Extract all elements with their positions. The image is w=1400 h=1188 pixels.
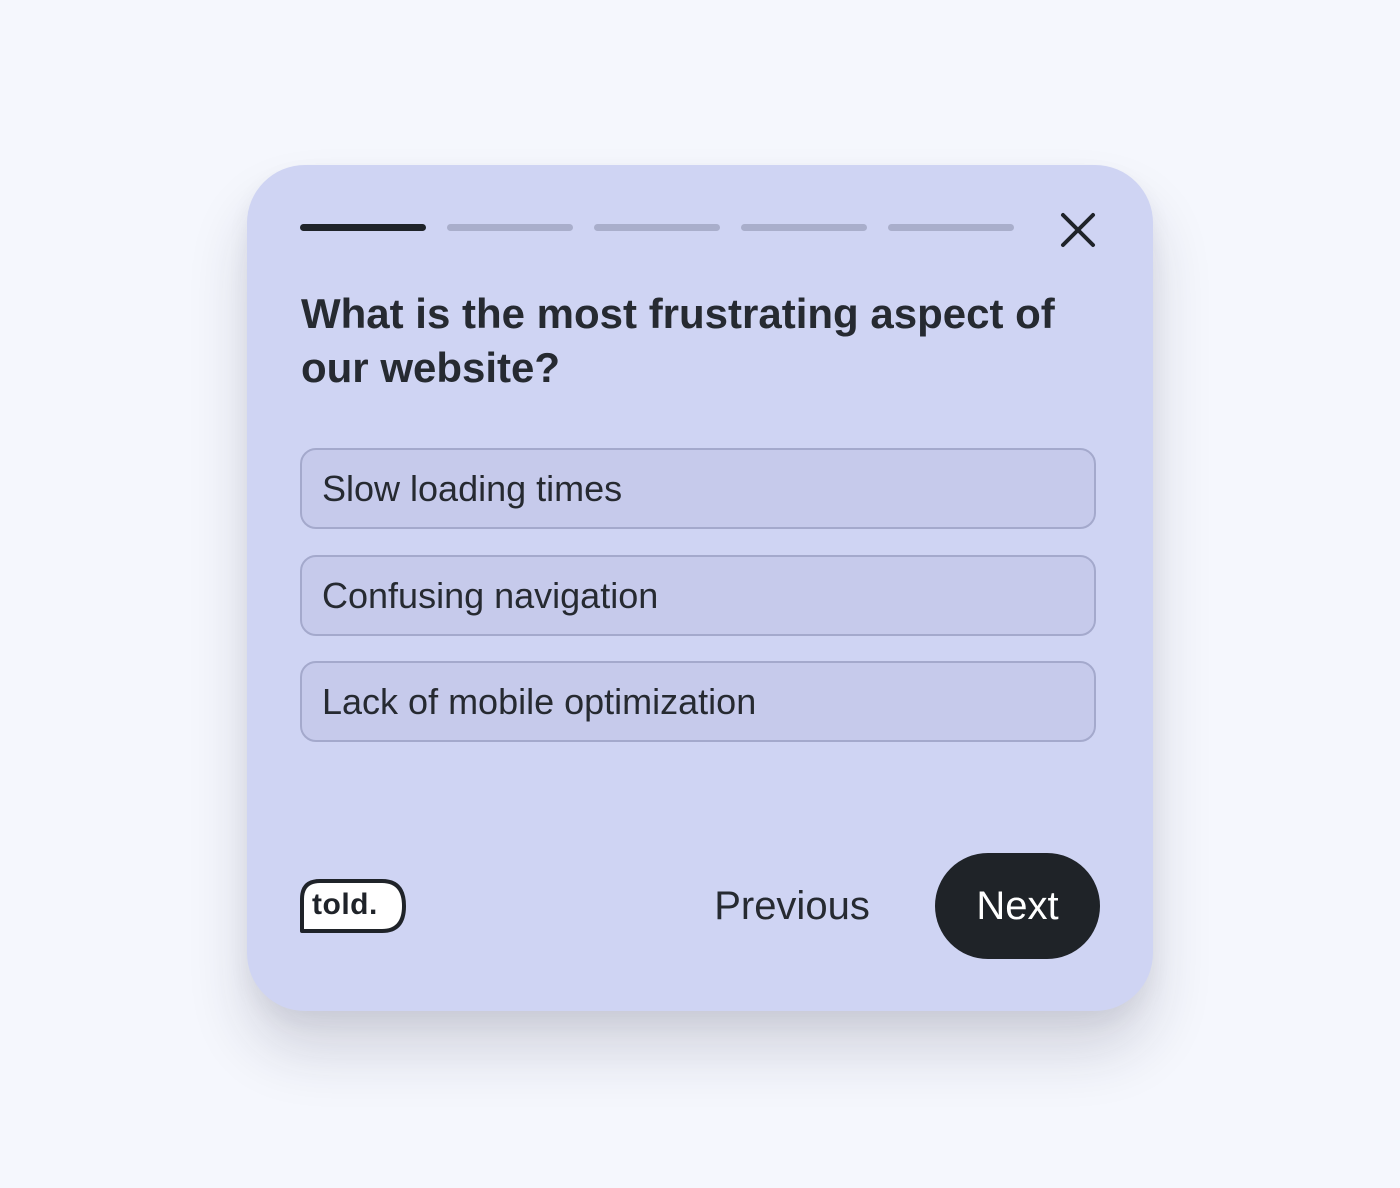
- close-button[interactable]: [1055, 207, 1101, 253]
- close-icon: [1061, 213, 1095, 247]
- progress-bar: [300, 224, 1015, 232]
- progress-step-3: [594, 224, 720, 231]
- told-logo: told.: [300, 879, 406, 933]
- brand-text: told.: [312, 888, 378, 921]
- option-confusing-navigation[interactable]: Confusing navigation: [300, 555, 1096, 636]
- option-label: Lack of mobile optimization: [322, 681, 757, 722]
- option-label: Confusing navigation: [322, 575, 659, 616]
- previous-button[interactable]: Previous: [687, 879, 897, 933]
- next-button[interactable]: Next: [935, 853, 1100, 959]
- progress-step-5: [888, 224, 1014, 231]
- option-slow-loading-times[interactable]: Slow loading times: [300, 448, 1096, 529]
- option-label: Slow loading times: [322, 468, 623, 509]
- progress-step-4: [741, 224, 867, 231]
- option-lack-of-mobile-optimization[interactable]: Lack of mobile optimization: [300, 661, 1096, 742]
- survey-card: What is the most frustrating aspect of o…: [247, 165, 1153, 1011]
- question-title: What is the most frustrating aspect of o…: [301, 290, 1055, 391]
- progress-step-2: [447, 224, 573, 231]
- progress-step-1: [300, 224, 426, 231]
